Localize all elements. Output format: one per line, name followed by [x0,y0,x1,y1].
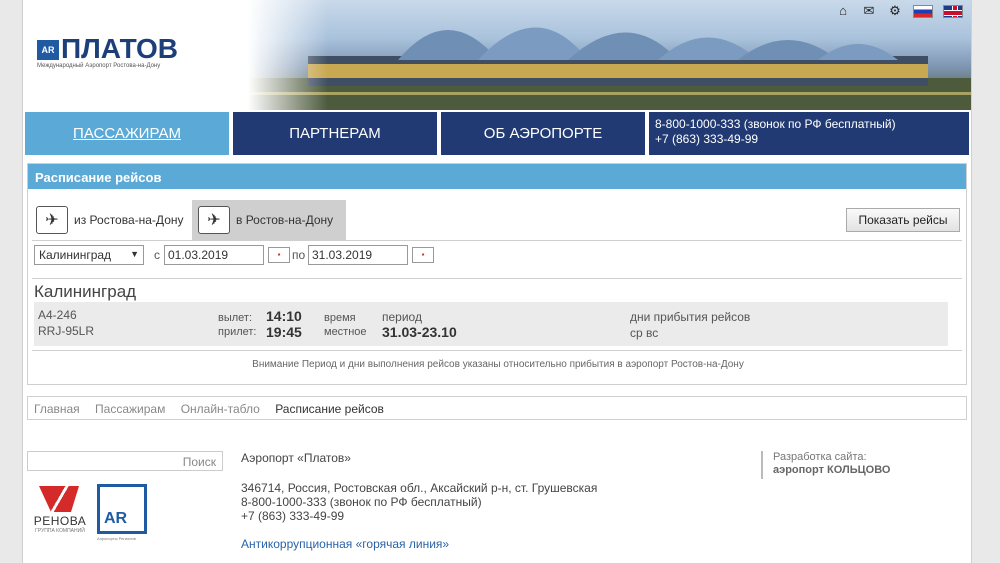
chevron-down-icon: ▼ [130,249,139,259]
logo-name: ПЛАТОВ [61,33,179,64]
logo-subtitle: Международный Аэропорт Ростова-на-Дону [37,63,161,69]
calendar-icon[interactable]: ▪ [268,247,290,263]
mail-icon[interactable]: ✉ [861,4,877,18]
city-select[interactable]: Калининград ▼ [34,245,144,265]
breadcrumb: Главная Пассажирам Онлайн-табло Расписан… [27,396,967,420]
schedule-title: Расписание рейсов [28,164,966,189]
anticorruption-link[interactable]: Антикоррупционная «горячая линия» [241,537,449,551]
main-nav: ПАССАЖИРАМ ПАРТНЕРАМ ОБ АЭРОПОРТЕ 8-800-… [25,112,969,155]
period-label: период [382,310,422,324]
renova-name: РЕНОВА [33,514,87,528]
nav-partners[interactable]: ПАРТНЕРАМ [233,112,437,155]
date-from-input[interactable]: 01.03.2019 [164,245,264,265]
date-to-label: по [292,248,306,262]
local-label: местное [324,326,367,338]
show-flights-button[interactable]: Показать рейсы [846,208,960,232]
breadcrumb-home[interactable]: Главная [34,402,80,416]
footer-phone-local: +7 (863) 333-49-99 [241,509,345,523]
arrive-time: 19:45 [266,324,302,340]
time-label: время [324,312,356,324]
breadcrumb-passengers[interactable]: Пассажирам [95,402,165,416]
divider [32,278,962,279]
site-developer: Разработка сайта: аэропорт КОЛЬЦОВО [761,451,890,479]
result-city-heading: Калининград [34,282,137,301]
divider [32,350,962,351]
nav-about-airport[interactable]: ОБ АЭРОПОРТЕ [441,112,645,155]
top-icons: ⌂ ✉ ⚙ [835,4,963,18]
page: AR ПЛАТОВ Международный Аэропорт Ростова… [22,0,972,563]
banner-fade [248,0,328,110]
days-value: ср вс [630,326,659,340]
ar-logo-box: AR [97,484,147,534]
russian-flag-icon[interactable] [913,4,933,18]
ar-logo-subtitle: Аэропорты Регионов [97,536,136,541]
days-label: дни прибытия рейсов [630,310,751,324]
calendar-icon[interactable]: ▪ [412,247,434,263]
nav-phone-block: 8-800-1000-333 (звонок по РФ бесплатный)… [649,112,969,155]
renova-mark-icon [39,486,79,512]
depart-time: 14:10 [266,308,302,324]
renova-subtitle: ГРУППА КОМПАНИЙ [35,528,85,534]
arrival-plane-icon: ✈ [198,206,230,234]
dev-name[interactable]: аэропорт КОЛЬЦОВО [773,464,890,476]
date-to-input[interactable]: 31.03.2019 [308,245,408,265]
tab-arrivals-label: в Ростов-на-Дону [236,213,334,227]
footer-phone-free: 8-800-1000-333 (звонок по РФ бесплатный) [241,495,482,509]
dev-label: Разработка сайта: [773,451,867,463]
flight-number: А4-246 [38,308,77,322]
nav-passengers[interactable]: ПАССАЖИРАМ [25,112,229,155]
renova-logo[interactable]: РЕНОВА ГРУППА КОМПАНИЙ [31,486,89,542]
breadcrumb-current: Расписание рейсов [275,402,384,416]
airport-address: 346714, Россия, Ростовская обл., Аксайск… [241,481,598,495]
phone-free: 8-800-1000-333 (звонок по РФ бесплатный) [655,117,896,131]
schedule-notice: Внимание Период и дни выполнения рейсов … [252,359,744,370]
aircraft-type: RRJ-95LR [38,324,95,338]
schedule-filters: Калининград ▼ с 01.03.2019 ▪ по 31.03.20… [34,245,954,267]
tab-arrivals[interactable]: ✈ в Ростов-на-Дону [192,200,346,240]
divider [32,240,962,241]
flight-row: А4-246 RRJ-95LR вылет: 14:10 прилет: 19:… [34,302,948,346]
depart-label: вылет: [218,312,253,324]
tab-departures[interactable]: ✈ из Ростова-на-Дону [36,200,184,240]
arrive-label: прилет: [218,326,257,338]
tab-departures-label: из Ростова-на-Дону [74,213,184,227]
phone-local: +7 (863) 333-49-99 [655,132,759,146]
search-input[interactable]: Поиск [27,451,223,471]
airport-title: Аэропорт «Платов» [241,451,351,465]
logo-mark: AR [37,40,59,60]
header: AR ПЛАТОВ Международный Аэропорт Ростова… [23,0,971,110]
sitemap-icon[interactable]: ⚙ [887,4,903,18]
breadcrumb-online-board[interactable]: Онлайн-табло [181,402,260,416]
date-from-label: с [154,248,160,262]
footer-contacts: Аэропорт «Платов» 346714, Россия, Ростов… [241,451,597,551]
city-select-value: Калининград [39,248,112,262]
site-logo[interactable]: AR ПЛАТОВ Международный Аэропорт Ростова… [37,33,257,76]
home-icon[interactable]: ⌂ [835,4,851,18]
period-value: 31.03-23.10 [382,324,457,340]
departure-plane-icon: ✈ [36,206,68,234]
ar-logo-mark: AR [104,510,128,527]
ar-logo[interactable]: AR Аэропорты Регионов [97,484,149,542]
english-flag-icon[interactable] [943,4,963,18]
header-banner-image: ⌂ ✉ ⚙ [248,0,971,110]
schedule-panel: Расписание рейсов ✈ из Ростова-на-Дону ✈… [27,163,967,385]
